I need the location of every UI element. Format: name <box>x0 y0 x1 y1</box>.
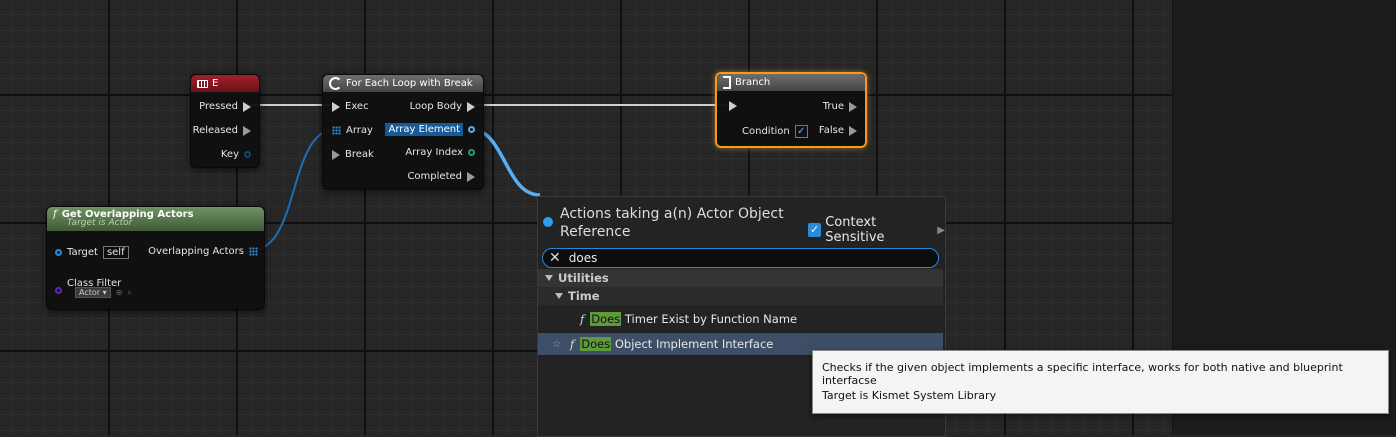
keyboard-icon <box>197 79 208 88</box>
context-sensitive-toggle[interactable]: ✓ Context Sensitive ▶ <box>808 215 945 245</box>
key-event-title: E <box>212 78 219 89</box>
array-pin[interactable]: Array <box>332 125 373 136</box>
exec-pin-icon <box>243 125 251 136</box>
browse-icon[interactable]: ⊕ <box>116 288 123 297</box>
target-value-field[interactable]: self <box>102 246 129 259</box>
branch-node[interactable]: Branch True Condition ✓ False <box>715 72 867 148</box>
key-event-header: E <box>191 75 259 92</box>
expand-arrow-icon <box>545 275 553 281</box>
loop-icon <box>329 77 342 90</box>
array-element-pin[interactable]: Array Element <box>385 123 475 136</box>
object-pin-icon <box>55 249 62 256</box>
menu-header: Actions taking a(n) Actor Object Referen… <box>538 197 945 245</box>
array-index-pin[interactable]: Array Index <box>405 147 475 158</box>
branch-icon <box>723 76 731 89</box>
exec-pin-icon <box>729 101 737 111</box>
overlapping-actors-pin[interactable]: Overlapping Actors <box>148 246 258 257</box>
chevron-right-icon[interactable]: ▶ <box>937 225 945 236</box>
function-icon: f <box>569 337 575 351</box>
clear-search-icon[interactable]: ✕ <box>549 250 561 266</box>
branch-title: Branch <box>735 77 771 88</box>
exec-pin-icon <box>467 101 475 112</box>
tooltip-target: Target is Kismet System Library <box>822 389 997 402</box>
category-utilities[interactable]: Utilities <box>538 269 943 287</box>
action-item-timer-exist[interactable]: f Does Timer Exist by Function Name <box>538 308 943 330</box>
true-pin[interactable]: True <box>823 101 857 112</box>
exec-pin-icon <box>849 101 857 112</box>
function-icon: f <box>53 209 57 220</box>
break-pin[interactable]: Break <box>332 149 374 160</box>
array-pin-icon <box>249 247 258 256</box>
action-tooltip: Checks if the given object implements a … <box>812 350 1389 414</box>
class-filter-dropdown[interactable]: Actor ▾ <box>75 287 111 298</box>
function-icon: f <box>580 312 585 326</box>
category-time[interactable]: Time <box>538 287 943 305</box>
exec-pin-icon <box>243 101 251 112</box>
completed-pin[interactable]: Completed <box>407 171 475 182</box>
foreach-title: For Each Loop with Break <box>346 78 473 89</box>
array-pin-icon <box>332 126 341 135</box>
foreach-header: For Each Loop with Break <box>323 75 483 92</box>
search-icon[interactable]: ⌕ <box>127 288 131 298</box>
menu-title: Actions taking a(n) Actor Object Referen… <box>560 206 784 240</box>
search-field[interactable]: ✕ does <box>542 248 939 268</box>
branch-exec-in-pin[interactable] <box>729 101 737 111</box>
object-type-icon <box>543 217 553 227</box>
released-pin[interactable]: Released <box>193 125 251 136</box>
favorite-star-icon[interactable]: ☆ <box>552 339 561 350</box>
exec-pin-icon <box>849 125 857 136</box>
integer-pin-icon <box>468 149 475 156</box>
target-pin[interactable]: Target self <box>55 246 129 259</box>
class-pin-icon <box>55 287 62 294</box>
search-input[interactable]: does <box>569 251 598 265</box>
foreach-loop-node[interactable]: For Each Loop with Break Exec Array Brea… <box>322 74 484 190</box>
tooltip-description: Checks if the given object implements a … <box>822 361 1343 387</box>
exec-pin-icon <box>332 149 340 160</box>
branch-header: Branch <box>717 74 865 91</box>
condition-checkbox[interactable]: ✓ <box>794 125 808 138</box>
exec-pin-icon <box>332 101 340 112</box>
class-filter-controls: Actor ▾ ⊕ ⌕ <box>75 287 132 298</box>
overlap-subtitle: Target is Actor <box>67 218 133 228</box>
key-event-node[interactable]: E Pressed Released Key <box>190 74 260 168</box>
loop-body-pin[interactable]: Loop Body <box>410 101 475 112</box>
struct-pin-icon <box>244 151 251 158</box>
exec-in-pin[interactable]: Exec <box>332 101 369 112</box>
get-overlapping-actors-node[interactable]: f Get Overlapping Actors Target is Actor… <box>46 206 265 310</box>
pressed-pin[interactable]: Pressed <box>199 101 251 112</box>
condition-pin[interactable]: Condition ✓ <box>742 125 808 138</box>
overlap-header: f Get Overlapping Actors Target is Actor <box>47 207 264 231</box>
exec-pin-icon <box>467 171 475 182</box>
expand-arrow-icon <box>555 293 563 299</box>
object-pin-icon <box>468 126 475 133</box>
false-pin[interactable]: False <box>819 125 857 136</box>
key-pin[interactable]: Key <box>221 149 251 160</box>
context-sensitive-checkbox[interactable]: ✓ <box>808 223 822 237</box>
